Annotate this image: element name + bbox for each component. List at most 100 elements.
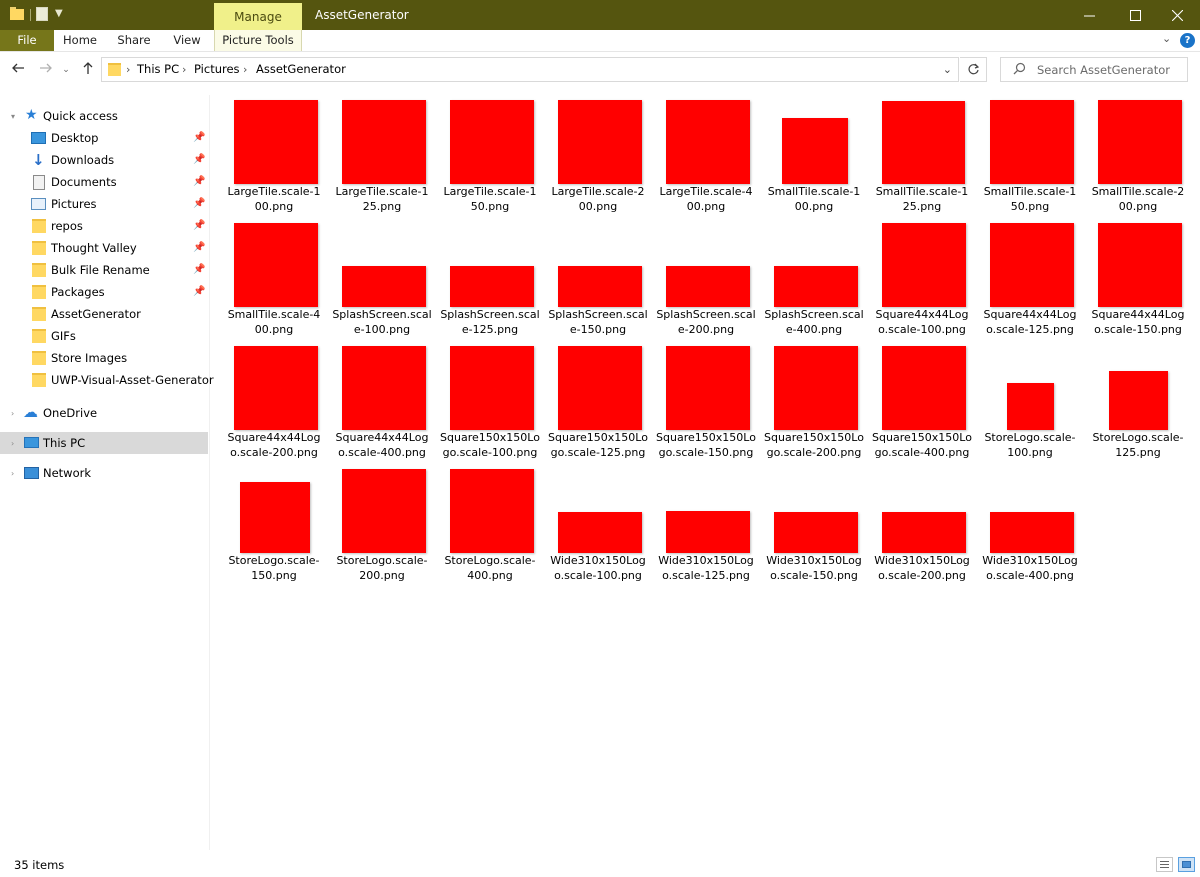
file-item[interactable]: Square150x150Lo go.scale-150.png bbox=[652, 341, 760, 460]
large-icons-view-button[interactable] bbox=[1178, 857, 1195, 872]
chevron-right-icon[interactable]: › bbox=[11, 469, 14, 478]
sidebar-item-packages[interactable]: Packages 📌 bbox=[0, 281, 208, 303]
file-item[interactable]: SplashScreen.scal e-125.png bbox=[436, 218, 544, 337]
file-item[interactable]: Square150x150Lo go.scale-100.png bbox=[436, 341, 544, 460]
search-box[interactable] bbox=[1000, 57, 1188, 82]
file-item[interactable]: StoreLogo.scale- 100.png bbox=[976, 341, 1084, 460]
file-item[interactable]: LargeTile.scale-1 50.png bbox=[436, 95, 544, 214]
sidebar-item-downloads[interactable]: ↓ Downloads 📌 bbox=[0, 149, 208, 171]
forward-button[interactable] bbox=[36, 60, 56, 80]
sidebar-item-desktop[interactable]: Desktop 📌 bbox=[0, 127, 208, 149]
file-item[interactable]: StoreLogo.scale- 200.png bbox=[328, 464, 436, 583]
file-item[interactable]: Square44x44Log o.scale-125.png bbox=[976, 218, 1084, 337]
up-button[interactable] bbox=[78, 60, 98, 80]
tab-file[interactable]: File bbox=[0, 30, 54, 51]
folder-icon bbox=[32, 219, 46, 233]
file-item[interactable]: SmallTile.scale-1 50.png bbox=[976, 95, 1084, 214]
file-item[interactable]: Wide310x150Log o.scale-125.png bbox=[652, 464, 760, 583]
recent-locations-icon[interactable]: ⌄ bbox=[59, 60, 73, 80]
close-button[interactable] bbox=[1154, 0, 1200, 30]
sidebar-item-network[interactable]: › Network bbox=[0, 462, 208, 484]
tab-home[interactable]: Home bbox=[60, 30, 100, 51]
breadcrumb-this-pc[interactable]: This PC bbox=[137, 58, 179, 81]
tab-picture-tools[interactable]: Picture Tools bbox=[214, 30, 302, 51]
file-name: Square44x44Log o.scale-150.png bbox=[1091, 308, 1185, 336]
file-item[interactable]: SplashScreen.scal e-100.png bbox=[328, 218, 436, 337]
file-item[interactable]: SmallTile.scale-1 00.png bbox=[760, 95, 868, 214]
file-item[interactable]: StoreLogo.scale- 400.png bbox=[436, 464, 544, 583]
chevron-down-icon[interactable]: ⌄ bbox=[943, 58, 952, 81]
file-item[interactable]: Square150x150Lo go.scale-400.png bbox=[868, 341, 976, 460]
pin-icon[interactable]: 📌 bbox=[193, 264, 205, 276]
customize-qat-icon[interactable]: ▼ bbox=[55, 7, 63, 21]
tab-view[interactable]: View bbox=[167, 30, 207, 51]
sidebar-item-uwp-visual-asset-generator[interactable]: UWP-Visual-Asset-Generator bbox=[0, 369, 214, 391]
chevron-right-icon[interactable]: › bbox=[243, 58, 247, 81]
search-input[interactable] bbox=[1037, 61, 1185, 78]
pin-icon[interactable]: 📌 bbox=[193, 242, 205, 254]
properties-icon[interactable] bbox=[36, 7, 48, 21]
breadcrumb-assetgenerator[interactable]: AssetGenerator bbox=[256, 58, 346, 81]
file-thumbnail bbox=[1098, 223, 1182, 307]
sidebar-item-this-pc[interactable]: › This PC bbox=[0, 432, 208, 454]
file-item[interactable]: LargeTile.scale-4 00.png bbox=[652, 95, 760, 214]
sidebar-item-thought-valley[interactable]: Thought Valley 📌 bbox=[0, 237, 208, 259]
sidebar-item-store-images[interactable]: Store Images bbox=[0, 347, 208, 369]
chevron-right-icon[interactable]: › bbox=[11, 409, 14, 418]
chevron-right-icon[interactable]: › bbox=[126, 58, 130, 81]
sidebar-item-gifs[interactable]: GIFs bbox=[0, 325, 208, 347]
pin-icon[interactable]: 📌 bbox=[193, 198, 205, 210]
file-item[interactable]: StoreLogo.scale- 125.png bbox=[1084, 341, 1192, 460]
tab-share[interactable]: Share bbox=[114, 30, 154, 51]
file-item[interactable]: Square44x44Log o.scale-100.png bbox=[868, 218, 976, 337]
maximize-button[interactable] bbox=[1112, 0, 1158, 30]
chevron-right-icon[interactable]: › bbox=[11, 439, 14, 448]
sidebar-item-bulk-file-rename[interactable]: Bulk File Rename 📌 bbox=[0, 259, 208, 281]
sidebar-item-documents[interactable]: Documents 📌 bbox=[0, 171, 208, 193]
sidebar-item-repos[interactable]: repos 📌 bbox=[0, 215, 208, 237]
sidebar-item-pictures[interactable]: Pictures 📌 bbox=[0, 193, 208, 215]
pin-icon[interactable]: 📌 bbox=[193, 220, 205, 232]
chevron-down-icon[interactable]: ▾ bbox=[11, 112, 15, 121]
file-thumbnail bbox=[342, 266, 426, 307]
file-item[interactable]: Wide310x150Log o.scale-150.png bbox=[760, 464, 868, 583]
file-item[interactable]: Square150x150Lo go.scale-125.png bbox=[544, 341, 652, 460]
file-item[interactable]: Wide310x150Log o.scale-100.png bbox=[544, 464, 652, 583]
file-name: SplashScreen.scal e-100.png bbox=[332, 308, 432, 336]
sidebar-item-quick-access[interactable]: ▾ ★ Quick access bbox=[0, 105, 208, 127]
pin-icon[interactable]: 📌 bbox=[193, 132, 205, 144]
back-button[interactable] bbox=[8, 60, 28, 80]
file-item[interactable]: Square44x44Log o.scale-200.png bbox=[220, 341, 328, 460]
expand-ribbon-icon[interactable]: ⌄ bbox=[1162, 32, 1171, 45]
file-item[interactable]: SmallTile.scale-4 00.png bbox=[220, 218, 328, 337]
file-item[interactable]: Square44x44Log o.scale-400.png bbox=[328, 341, 436, 460]
file-thumbnail bbox=[882, 101, 965, 184]
chevron-right-icon[interactable]: › bbox=[182, 58, 186, 81]
file-name: Square44x44Log o.scale-400.png bbox=[335, 431, 429, 459]
file-item[interactable]: Wide310x150Log o.scale-400.png bbox=[976, 464, 1084, 583]
file-item[interactable]: StoreLogo.scale- 150.png bbox=[220, 464, 328, 583]
file-item[interactable]: LargeTile.scale-1 25.png bbox=[328, 95, 436, 214]
pin-icon[interactable]: 📌 bbox=[193, 176, 205, 188]
file-item[interactable]: Square150x150Lo go.scale-200.png bbox=[760, 341, 868, 460]
pin-icon[interactable]: 📌 bbox=[193, 286, 205, 298]
file-item[interactable]: LargeTile.scale-2 00.png bbox=[544, 95, 652, 214]
file-name: Square44x44Log o.scale-200.png bbox=[227, 431, 321, 459]
file-item[interactable]: Square44x44Log o.scale-150.png bbox=[1084, 218, 1192, 337]
file-item[interactable]: LargeTile.scale-1 00.png bbox=[220, 95, 328, 214]
sidebar-item-onedrive[interactable]: › ☁ OneDrive bbox=[0, 402, 208, 424]
file-item[interactable]: SmallTile.scale-2 00.png bbox=[1084, 95, 1192, 214]
address-bar[interactable]: › This PC › Pictures › AssetGenerator ⌄ bbox=[101, 57, 959, 82]
details-view-button[interactable] bbox=[1156, 857, 1173, 872]
breadcrumb-pictures[interactable]: Pictures bbox=[194, 58, 240, 81]
file-item[interactable]: SplashScreen.scal e-150.png bbox=[544, 218, 652, 337]
pin-icon[interactable]: 📌 bbox=[193, 154, 205, 166]
help-icon[interactable]: ? bbox=[1180, 33, 1195, 48]
minimize-button[interactable] bbox=[1066, 0, 1112, 30]
file-item[interactable]: SplashScreen.scal e-200.png bbox=[652, 218, 760, 337]
file-item[interactable]: SplashScreen.scal e-400.png bbox=[760, 218, 868, 337]
sidebar-item-assetgenerator[interactable]: AssetGenerator bbox=[0, 303, 208, 325]
file-item[interactable]: SmallTile.scale-1 25.png bbox=[868, 95, 976, 214]
refresh-button[interactable] bbox=[960, 57, 987, 82]
file-item[interactable]: Wide310x150Log o.scale-200.png bbox=[868, 464, 976, 583]
